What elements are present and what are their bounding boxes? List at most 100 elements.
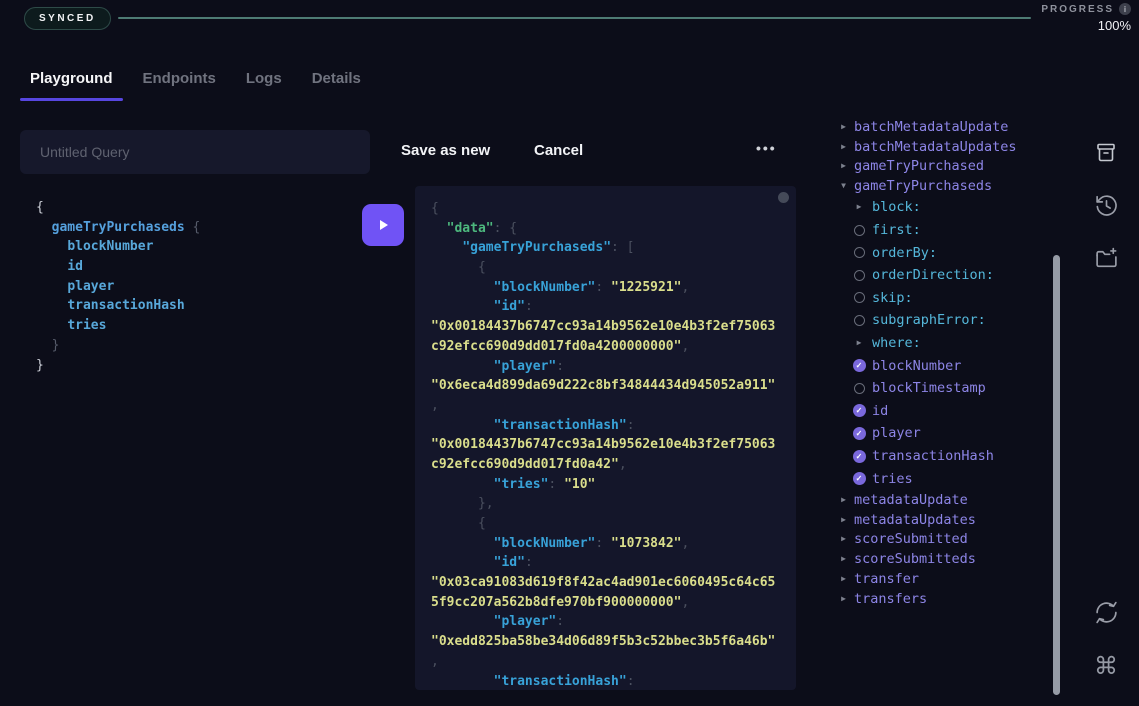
new-collection-button[interactable] [1091, 245, 1121, 272]
response-json: { "data": { "gameTryPurchaseds": [ { "bl… [431, 199, 780, 690]
unchecked-circle-icon[interactable] [850, 270, 868, 281]
response-line: { [431, 258, 780, 278]
response-scrollbar-thumb[interactable] [778, 192, 789, 203]
progress-label: PROGRESS [1041, 4, 1114, 15]
save-as-new-button[interactable]: Save as new [401, 142, 490, 159]
chevron-right-icon[interactable]: ▶ [839, 516, 848, 524]
chevron-right-icon[interactable]: ▶ [839, 496, 848, 504]
chevron-right-icon[interactable]: ▶ [839, 143, 848, 151]
schema-item-skip[interactable]: skip: [835, 287, 1053, 310]
tab-endpoints[interactable]: Endpoints [133, 62, 226, 101]
top-bar: SYNCED PROGRESS i 100% [0, 0, 1139, 40]
schema-item-metadataUpdates[interactable]: ▶metadataUpdates [835, 510, 1053, 530]
unchecked-circle-icon[interactable] [850, 315, 868, 326]
cancel-button[interactable]: Cancel [534, 142, 583, 159]
refresh-button[interactable] [1091, 599, 1121, 626]
tab-logs[interactable]: Logs [236, 62, 292, 101]
graphql-query-editor[interactable]: { gameTryPurchaseds { blockNumber id pla… [36, 198, 356, 375]
editor-line: } [36, 336, 356, 356]
schema-item-block[interactable]: ▶block: [835, 196, 1053, 219]
response-line: "blockNumber": "1225921", [431, 278, 780, 298]
schema-item-transfer[interactable]: ▶ transfer [835, 569, 1053, 589]
schema-item-first[interactable]: first: [835, 219, 1053, 242]
unchecked-circle-icon[interactable] [850, 383, 868, 394]
progress-bar [118, 17, 1031, 19]
schema-item-batchMetadataUpdate[interactable]: ▶batchMetadataUpdate [835, 117, 1053, 137]
unchecked-circle-icon[interactable] [850, 292, 868, 303]
schema-item-label: skip: [872, 290, 913, 306]
schema-explorer: ▶batchMetadataUpdate▶batchMetadataUpdate… [835, 117, 1053, 609]
response-line: 5f9cc207a562b8dfe970bf900000000", [431, 593, 780, 613]
query-actions: Save as new Cancel ••• [401, 142, 781, 164]
response-line: "0xedd825ba58be34d06d89f5b3c52bbec3b5f6a… [431, 632, 780, 652]
response-line: "transactionHash": [431, 672, 780, 691]
schema-item-id[interactable]: ✓ id [835, 400, 1053, 423]
schema-item-label: gameTryPurchased [854, 158, 984, 174]
schema-item-label: player [872, 425, 921, 441]
editor-line: } [36, 356, 356, 376]
schema-item-scoreSubmitteds[interactable]: ▶scoreSubmitteds [835, 549, 1053, 569]
schema-item-label: subgraphError: [872, 312, 986, 328]
saved-queries-button[interactable] [1091, 139, 1121, 166]
shortcuts-button[interactable]: ⌘ [1091, 652, 1121, 679]
chevron-down-icon[interactable]: ▼ [839, 182, 848, 190]
chevron-right-icon[interactable]: ▶ [839, 535, 848, 543]
schema-item-player[interactable]: ✓ player [835, 422, 1053, 445]
synced-status-label: SYNCED [39, 13, 96, 24]
query-history-button[interactable] [1091, 192, 1121, 219]
response-line: "data": { [431, 219, 780, 239]
history-icon [1094, 193, 1119, 218]
chevron-right-icon[interactable]: ▶ [839, 123, 848, 131]
schema-item-label: orderDirection: [872, 267, 994, 283]
tab-playground[interactable]: Playground [20, 62, 123, 101]
schema-item-subgraphError[interactable]: subgraphError: [835, 309, 1053, 332]
query-response-panel[interactable]: { "data": { "gameTryPurchaseds": [ { "bl… [415, 186, 796, 690]
schema-item-label: scoreSubmitted [854, 531, 968, 547]
schema-item-transactionHash[interactable]: ✓ transactionHash [835, 445, 1053, 468]
schema-item-scoreSubmitted[interactable]: ▶ scoreSubmitted [835, 530, 1053, 550]
schema-item-transfers[interactable]: ▶transfers [835, 589, 1053, 609]
schema-scrollbar-thumb[interactable] [1053, 255, 1060, 695]
run-query-button[interactable] [362, 204, 404, 246]
response-line: "0x03ca91083d619f8f42ac4ad901ec6060495c6… [431, 573, 780, 593]
progress-block: PROGRESS i 100% [1041, 3, 1131, 33]
tab-bar: Playground Endpoints Logs Details [20, 62, 371, 101]
schema-item-where[interactable]: ▶ where: [835, 332, 1053, 355]
schema-item-blockNumber[interactable]: ✓blockNumber [835, 354, 1053, 377]
chevron-right-icon[interactable]: ▶ [839, 555, 848, 563]
schema-item-tries[interactable]: ✓tries [835, 467, 1053, 490]
schema-item-metadataUpdate[interactable]: ▶metadataUpdate [835, 490, 1053, 510]
schema-item-label: where: [872, 335, 921, 351]
chevron-right-icon[interactable]: ▶ [839, 575, 848, 583]
response-line: , [431, 396, 780, 416]
checked-circle-icon[interactable]: ✓ [850, 472, 868, 485]
chevron-right-icon[interactable]: ▶ [839, 162, 848, 170]
tab-details[interactable]: Details [302, 62, 371, 101]
checked-circle-icon[interactable]: ✓ [850, 427, 868, 440]
chevron-right-icon[interactable]: ▶ [850, 203, 868, 211]
unchecked-circle-icon[interactable] [850, 225, 868, 236]
schema-item-gameTryPurchaseds[interactable]: ▼gameTryPurchaseds [835, 176, 1053, 196]
editor-line: id [36, 257, 356, 277]
schema-item-label: transfer [854, 571, 919, 587]
checked-circle-icon[interactable]: ✓ [850, 359, 868, 372]
editor-line: player [36, 277, 356, 297]
more-options-button[interactable]: ••• [756, 140, 777, 156]
info-icon[interactable]: i [1119, 3, 1131, 15]
chevron-right-icon[interactable]: ▶ [850, 339, 868, 347]
checked-circle-icon[interactable]: ✓ [850, 450, 868, 463]
unchecked-circle-icon[interactable] [850, 247, 868, 258]
response-line: c92efcc690d9dd017fd0a42", [431, 455, 780, 475]
schema-item-label: transactionHash [872, 448, 994, 464]
response-line: "transactionHash": [431, 416, 780, 436]
response-line: "gameTryPurchaseds": [ [431, 238, 780, 258]
schema-item-orderBy[interactable]: orderBy: [835, 241, 1053, 264]
schema-item-blockTimestamp[interactable]: blockTimestamp [835, 377, 1053, 400]
chevron-right-icon[interactable]: ▶ [839, 595, 848, 603]
schema-item-orderDirection[interactable]: orderDirection: [835, 264, 1053, 287]
checked-circle-icon[interactable]: ✓ [850, 404, 868, 417]
schema-item-batchMetadataUpdates[interactable]: ▶batchMetadataUpdates [835, 137, 1053, 157]
schema-item-label: id [872, 403, 888, 419]
schema-item-gameTryPurchased[interactable]: ▶ gameTryPurchased [835, 157, 1053, 177]
query-name-input[interactable] [20, 130, 370, 174]
